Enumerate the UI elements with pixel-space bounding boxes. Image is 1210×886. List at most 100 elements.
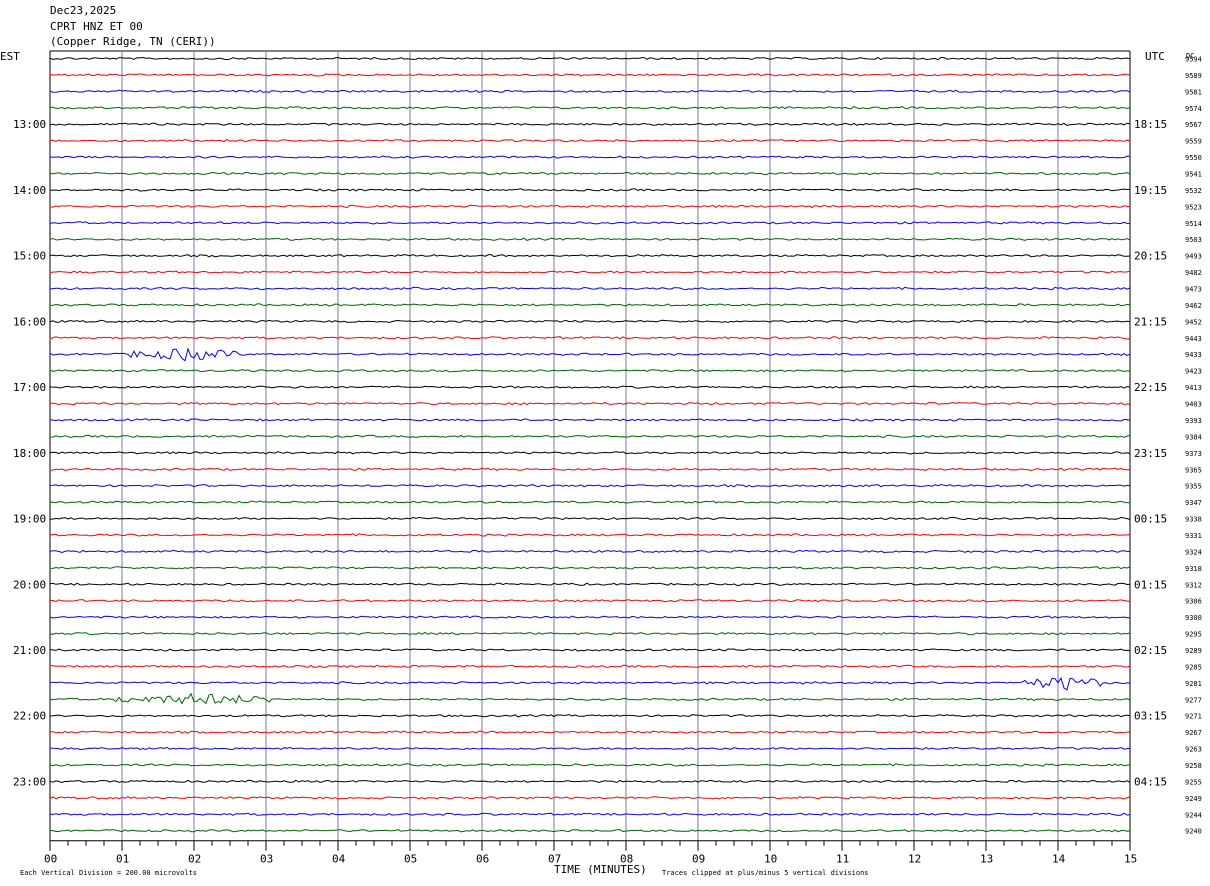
dc-offset-label: 9295 <box>1185 631 1202 639</box>
trace-line <box>49 270 1131 274</box>
x-tick-label: 02 <box>188 853 201 866</box>
trace-line <box>49 467 1130 471</box>
x-tick-label: 01 <box>116 853 129 866</box>
left-hour-label: 14:00 <box>13 184 46 197</box>
right-hour-label: 20:15 <box>1134 250 1167 263</box>
dc-offset-label: 9271 <box>1185 713 1202 721</box>
trace-line <box>49 369 1130 373</box>
dc-offset-label: 9433 <box>1185 351 1202 359</box>
trace-line <box>49 286 1131 291</box>
dc-offset-label: 9523 <box>1185 203 1202 211</box>
x-axis-title: TIME (MINUTES) <box>554 863 647 876</box>
trace-line <box>49 73 1131 77</box>
trace-line <box>49 139 1131 143</box>
dc-offset-label: 9373 <box>1185 450 1202 458</box>
dc-offset-label: 9300 <box>1185 614 1202 622</box>
trace-line <box>49 631 1131 636</box>
trace-line <box>49 664 1131 669</box>
dc-offset-label: 9532 <box>1185 187 1202 195</box>
dc-offset-label: 9312 <box>1185 581 1202 589</box>
trace-line <box>49 714 1131 718</box>
right-hour-label: 02:15 <box>1134 644 1167 657</box>
trace-line <box>49 599 1131 603</box>
trace-line <box>49 796 1131 800</box>
trace-line <box>49 615 1130 619</box>
trace-group <box>49 56 1131 833</box>
dc-offset-label: 9541 <box>1185 171 1202 179</box>
left-hour-label: 16:00 <box>13 315 46 328</box>
trace-line <box>49 812 1131 816</box>
dc-offset-label: 9240 <box>1185 828 1202 836</box>
trace-line <box>49 237 1131 241</box>
left-hour-label: 21:00 <box>13 644 46 657</box>
x-tick-label: 15 <box>1124 853 1137 866</box>
x-tick-label: 09 <box>692 853 705 866</box>
dc-offset-label: 9267 <box>1185 729 1202 737</box>
dc-offset-label: 9355 <box>1185 483 1202 491</box>
x-tick-label: 10 <box>764 853 777 866</box>
right-timezone-label: UTC <box>1145 50 1165 63</box>
x-tick-label: 12 <box>908 853 921 866</box>
trace-line <box>49 677 1131 691</box>
dc-offset-label: 9393 <box>1185 417 1202 425</box>
right-hour-label: 18:15 <box>1134 118 1167 131</box>
trace-line <box>49 385 1131 389</box>
dc-offset-label: 9331 <box>1185 532 1202 540</box>
trace-line <box>49 336 1131 340</box>
dc-offset-label: 9567 <box>1185 121 1202 129</box>
trace-line <box>49 171 1131 176</box>
trace-line <box>49 401 1131 406</box>
trace-line <box>49 763 1131 767</box>
dc-offset-label: 9255 <box>1185 778 1202 786</box>
trace-line <box>49 500 1131 504</box>
trace-line <box>49 692 1131 705</box>
trace-line <box>49 829 1131 833</box>
dc-offset-label: 9493 <box>1185 253 1202 261</box>
trace-line <box>49 188 1131 192</box>
dc-offset-label: 9347 <box>1185 499 1202 507</box>
x-tick-label: 05 <box>404 853 417 866</box>
trace-line <box>49 516 1131 521</box>
right-hour-label: 19:15 <box>1134 184 1167 197</box>
left-timezone-label: EST <box>0 50 20 63</box>
dc-offset-label: 9244 <box>1185 811 1202 819</box>
dc-offset-label: 9403 <box>1185 401 1202 409</box>
trace-line <box>49 533 1131 537</box>
left-hour-label: 17:00 <box>13 381 46 394</box>
dc-offset-label: 9249 <box>1185 795 1202 803</box>
trace-line <box>49 730 1131 734</box>
left-hour-label: 20:00 <box>13 578 46 591</box>
dc-offset-label: 9514 <box>1185 220 1202 228</box>
dc-offset-label: 9462 <box>1185 302 1202 310</box>
dc-offset-label: 9413 <box>1185 384 1202 392</box>
trace-line <box>49 549 1130 554</box>
dc-offset-label: 9281 <box>1185 680 1202 688</box>
trace-line <box>49 347 1131 362</box>
dc-offset-label: 9581 <box>1185 88 1202 96</box>
trace-line <box>49 779 1131 784</box>
trace-line <box>49 56 1131 61</box>
footer-clip: Traces clipped at plus/minus 5 vertical … <box>662 869 869 877</box>
trace-line <box>49 434 1131 439</box>
label-group: 00 01 02 03 04 05 06 07 08 09 10 11 12 13 14 1595949589… <box>13 56 1202 866</box>
dc-offset-label: 9263 <box>1185 746 1202 754</box>
footer-scale: Each Vertical Division = 200.00 microvol… <box>20 869 197 877</box>
x-tick-label: 13 <box>980 853 993 866</box>
dc-offset-label: 9289 <box>1185 647 1202 655</box>
trace-line <box>49 89 1131 93</box>
dc-offset-label: 9559 <box>1185 138 1202 146</box>
x-tick-label: 06 <box>476 853 489 866</box>
dc-offset-label: 9324 <box>1185 548 1202 556</box>
dc-offset-label: 9306 <box>1185 598 1202 606</box>
seismogram-plot: 00 01 02 03 04 05 06 07 08 09 10 11 12 13 14 1595949589… <box>0 50 1202 877</box>
dc-offset-label: 9423 <box>1185 368 1202 376</box>
left-hour-label: 15:00 <box>13 250 46 263</box>
dc-offset-label: 9443 <box>1185 335 1202 343</box>
trace-line <box>49 319 1131 324</box>
left-hour-label: 19:00 <box>13 513 46 526</box>
left-hour-label: 18:00 <box>13 447 46 460</box>
dc-offset-label: 9365 <box>1185 466 1202 474</box>
trace-line <box>49 253 1131 258</box>
trace-line <box>49 566 1131 570</box>
left-hour-label: 23:00 <box>13 775 46 788</box>
